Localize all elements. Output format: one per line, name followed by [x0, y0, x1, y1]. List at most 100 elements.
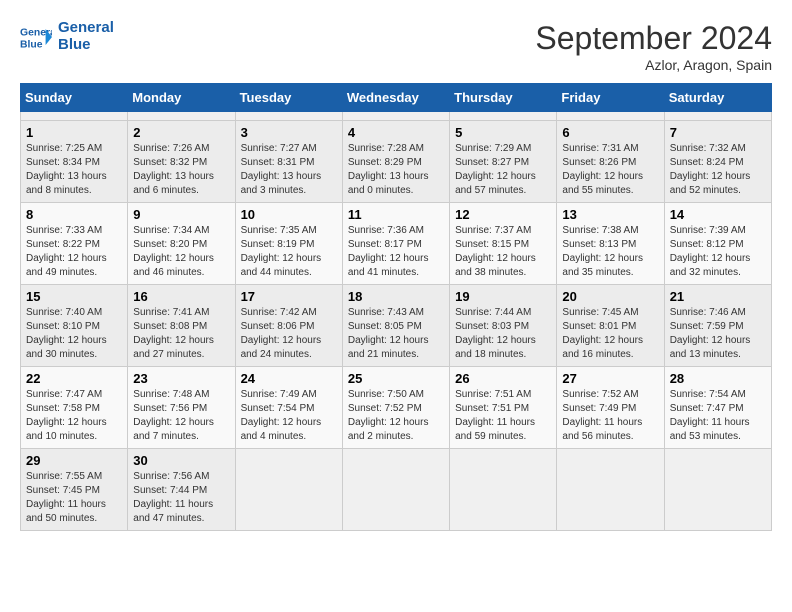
calendar-cell [342, 449, 449, 531]
calendar-cell: 4 Sunrise: 7:28 AM Sunset: 8:29 PM Daylig… [342, 121, 449, 203]
day-detail: Sunrise: 7:49 AM Sunset: 7:54 PM Dayligh… [241, 388, 337, 444]
day-number: 9 [133, 207, 229, 222]
page-header: General Blue General Blue September 2024… [20, 20, 772, 73]
day-detail: Sunrise: 7:44 AM Sunset: 8:03 PM Dayligh… [455, 306, 551, 362]
day-detail: Sunrise: 7:32 AM Sunset: 8:24 PM Dayligh… [670, 142, 766, 198]
calendar-cell: 27Sunrise: 7:52 AM Sunset: 7:49 PM Dayli… [557, 367, 664, 449]
day-detail: Sunrise: 7:39 AM Sunset: 8:12 PM Dayligh… [670, 224, 766, 280]
calendar-cell: 6 Sunrise: 7:31 AM Sunset: 8:26 PM Daylig… [557, 121, 664, 203]
calendar-cell [235, 449, 342, 531]
calendar-cell: 11 Sunrise: 7:36 AM Sunset: 8:17 PM Dayli… [342, 203, 449, 285]
day-number: 14 [670, 207, 766, 222]
day-detail: Sunrise: 7:40 AM Sunset: 8:10 PM Dayligh… [26, 306, 122, 362]
day-detail: Sunrise: 7:26 AM Sunset: 8:32 PM Dayligh… [133, 142, 229, 198]
calendar-cell [450, 112, 557, 121]
calendar-cell: 22Sunrise: 7:47 AM Sunset: 7:58 PM Dayli… [21, 367, 128, 449]
day-detail: Sunrise: 7:25 AM Sunset: 8:34 PM Dayligh… [26, 142, 122, 198]
day-detail: Sunrise: 7:37 AM Sunset: 8:15 PM Dayligh… [455, 224, 551, 280]
day-detail: Sunrise: 7:42 AM Sunset: 8:06 PM Dayligh… [241, 306, 337, 362]
day-detail: Sunrise: 7:27 AM Sunset: 8:31 PM Dayligh… [241, 142, 337, 198]
header-thursday: Thursday [450, 84, 557, 112]
day-detail: Sunrise: 7:35 AM Sunset: 8:19 PM Dayligh… [241, 224, 337, 280]
calendar-cell [342, 112, 449, 121]
calendar-cell: 19 Sunrise: 7:44 AM Sunset: 8:03 PM Dayli… [450, 285, 557, 367]
calendar-cell: 15Sunrise: 7:40 AM Sunset: 8:10 PM Dayli… [21, 285, 128, 367]
calendar-week-2: 8Sunrise: 7:33 AM Sunset: 8:22 PM Daylig… [21, 203, 772, 285]
day-number: 13 [562, 207, 658, 222]
day-number: 10 [241, 207, 337, 222]
day-detail: Sunrise: 7:55 AM Sunset: 7:45 PM Dayligh… [26, 470, 122, 526]
day-number: 20 [562, 289, 658, 304]
day-number: 17 [241, 289, 337, 304]
calendar-cell [235, 112, 342, 121]
day-detail: Sunrise: 7:56 AM Sunset: 7:44 PM Dayligh… [133, 470, 229, 526]
day-number: 5 [455, 125, 551, 140]
header-monday: Monday [128, 84, 235, 112]
day-number: 6 [562, 125, 658, 140]
title-block: September 2024 Azlor, Aragon, Spain [535, 20, 772, 73]
day-detail: Sunrise: 7:36 AM Sunset: 8:17 PM Dayligh… [348, 224, 444, 280]
calendar-header-row: SundayMondayTuesdayWednesdayThursdayFrid… [21, 84, 772, 112]
day-detail: Sunrise: 7:28 AM Sunset: 8:29 PM Dayligh… [348, 142, 444, 198]
calendar-week-0 [21, 112, 772, 121]
calendar-cell: 14 Sunrise: 7:39 AM Sunset: 8:12 PM Dayli… [664, 203, 771, 285]
day-number: 24 [241, 371, 337, 386]
calendar-cell: 3 Sunrise: 7:27 AM Sunset: 8:31 PM Daylig… [235, 121, 342, 203]
day-detail: Sunrise: 7:31 AM Sunset: 8:26 PM Dayligh… [562, 142, 658, 198]
calendar-cell [557, 112, 664, 121]
day-number: 22 [26, 371, 122, 386]
header-tuesday: Tuesday [235, 84, 342, 112]
logo-icon: General Blue [20, 21, 52, 53]
day-detail: Sunrise: 7:41 AM Sunset: 8:08 PM Dayligh… [133, 306, 229, 362]
day-detail: Sunrise: 7:46 AM Sunset: 7:59 PM Dayligh… [670, 306, 766, 362]
calendar-cell: 12 Sunrise: 7:37 AM Sunset: 8:15 PM Dayli… [450, 203, 557, 285]
day-number: 21 [670, 289, 766, 304]
day-detail: Sunrise: 7:29 AM Sunset: 8:27 PM Dayligh… [455, 142, 551, 198]
day-number: 18 [348, 289, 444, 304]
calendar-cell: 20 Sunrise: 7:45 AM Sunset: 8:01 PM Dayli… [557, 285, 664, 367]
header-saturday: Saturday [664, 84, 771, 112]
header-sunday: Sunday [21, 84, 128, 112]
day-number: 25 [348, 371, 444, 386]
day-number: 12 [455, 207, 551, 222]
day-number: 26 [455, 371, 551, 386]
calendar-week-1: 1 Sunrise: 7:25 AM Sunset: 8:34 PM Daylig… [21, 121, 772, 203]
calendar-cell: 24 Sunrise: 7:49 AM Sunset: 7:54 PM Dayli… [235, 367, 342, 449]
day-number: 3 [241, 125, 337, 140]
calendar-cell [21, 112, 128, 121]
day-number: 1 [26, 125, 122, 140]
calendar-week-5: 29Sunrise: 7:55 AM Sunset: 7:45 PM Dayli… [21, 449, 772, 531]
header-wednesday: Wednesday [342, 84, 449, 112]
calendar-cell: 2 Sunrise: 7:26 AM Sunset: 8:32 PM Daylig… [128, 121, 235, 203]
calendar-cell: 23Sunrise: 7:48 AM Sunset: 7:56 PM Dayli… [128, 367, 235, 449]
day-number: 2 [133, 125, 229, 140]
logo-text-general: General [58, 20, 114, 37]
calendar-cell: 16 Sunrise: 7:41 AM Sunset: 8:08 PM Dayli… [128, 285, 235, 367]
day-number: 7 [670, 125, 766, 140]
day-number: 11 [348, 207, 444, 222]
day-number: 30 [133, 453, 229, 468]
day-number: 19 [455, 289, 551, 304]
day-number: 16 [133, 289, 229, 304]
calendar-cell: 30 Sunrise: 7:56 AM Sunset: 7:44 PM Dayli… [128, 449, 235, 531]
calendar-cell: 1 Sunrise: 7:25 AM Sunset: 8:34 PM Daylig… [21, 121, 128, 203]
day-detail: Sunrise: 7:38 AM Sunset: 8:13 PM Dayligh… [562, 224, 658, 280]
day-number: 8 [26, 207, 122, 222]
calendar-cell [664, 449, 771, 531]
calendar-cell [450, 449, 557, 531]
calendar-cell: 9Sunrise: 7:34 AM Sunset: 8:20 PM Daylig… [128, 203, 235, 285]
calendar-cell: 8Sunrise: 7:33 AM Sunset: 8:22 PM Daylig… [21, 203, 128, 285]
calendar-cell [128, 112, 235, 121]
calendar-cell [557, 449, 664, 531]
calendar-cell: 5 Sunrise: 7:29 AM Sunset: 8:27 PM Daylig… [450, 121, 557, 203]
day-number: 27 [562, 371, 658, 386]
calendar-cell: 28Sunrise: 7:54 AM Sunset: 7:47 PM Dayli… [664, 367, 771, 449]
location: Azlor, Aragon, Spain [535, 57, 772, 73]
calendar-cell: 13 Sunrise: 7:38 AM Sunset: 8:13 PM Dayli… [557, 203, 664, 285]
calendar-week-3: 15Sunrise: 7:40 AM Sunset: 8:10 PM Dayli… [21, 285, 772, 367]
calendar-cell: 7 Sunrise: 7:32 AM Sunset: 8:24 PM Daylig… [664, 121, 771, 203]
logo-text-blue: Blue [58, 37, 114, 54]
calendar-cell: 21 Sunrise: 7:46 AM Sunset: 7:59 PM Dayli… [664, 285, 771, 367]
day-detail: Sunrise: 7:45 AM Sunset: 8:01 PM Dayligh… [562, 306, 658, 362]
day-number: 4 [348, 125, 444, 140]
